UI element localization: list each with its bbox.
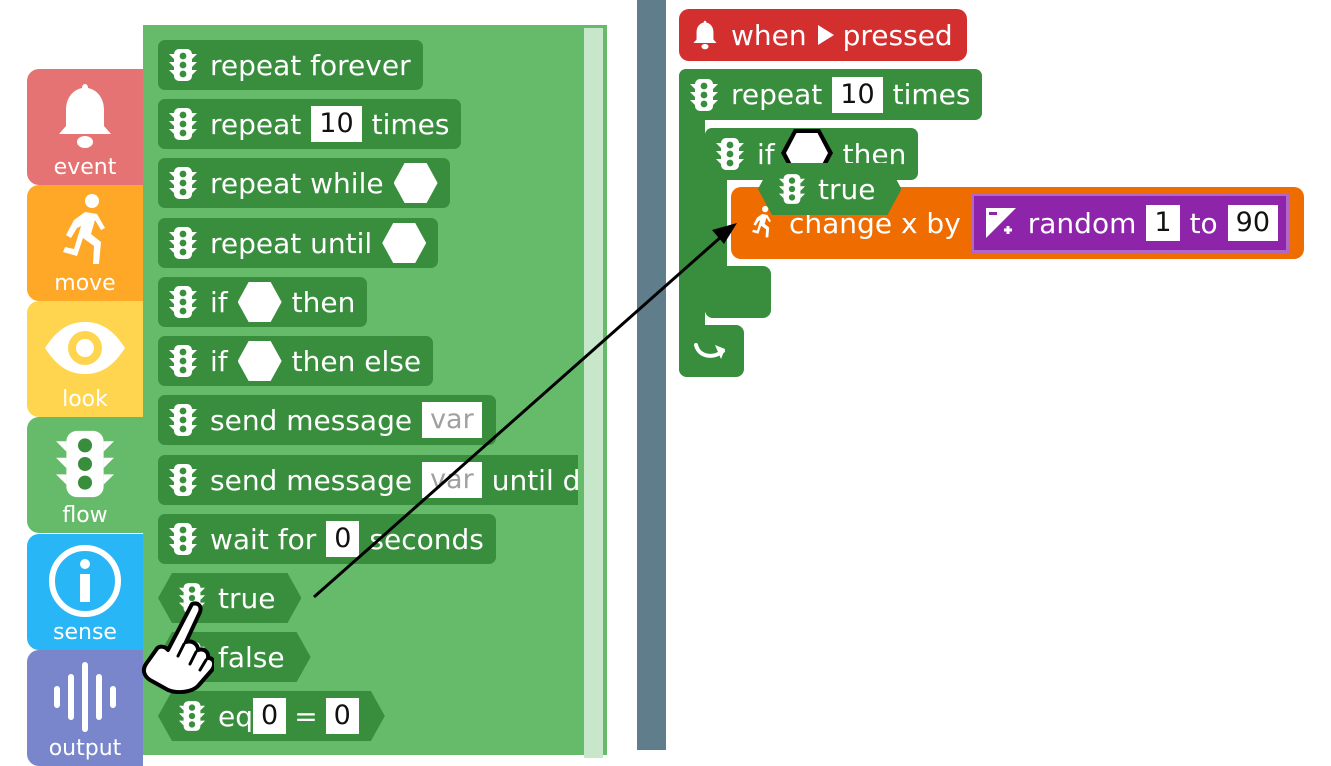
sound-wave-icon [27, 660, 143, 734]
category-output[interactable]: output [27, 650, 143, 766]
eq-left-input[interactable]: 0 [253, 698, 286, 734]
eye-icon [27, 311, 143, 385]
block-send-message[interactable]: send message var [158, 395, 496, 445]
block-if-then-else[interactable]: if then else [158, 336, 434, 386]
traffic-light-icon [178, 700, 206, 732]
block-label: repeat forever [210, 48, 411, 82]
block-label: repeat while [210, 166, 384, 200]
block-label: repeat [731, 78, 823, 111]
block-label: times [371, 107, 450, 141]
block-random[interactable]: random 1 to 90 [970, 193, 1290, 253]
category-label: sense [53, 620, 117, 645]
block-label: true [218, 581, 276, 615]
block-repeat-forever[interactable]: repeat forever [158, 40, 423, 90]
traffic-light-icon [168, 463, 198, 497]
message-input[interactable]: var [422, 462, 482, 498]
traffic-light-icon [778, 173, 806, 205]
eq-right-input[interactable]: 0 [326, 698, 359, 734]
condition-slot[interactable] [237, 282, 282, 322]
message-input[interactable]: var [422, 402, 482, 438]
block-wait-for[interactable]: wait for 0 seconds [158, 514, 496, 564]
category-label: event [53, 155, 117, 180]
random-to-input[interactable]: 90 [1227, 205, 1279, 241]
traffic-light-icon [715, 137, 745, 171]
block-label: repeat until [210, 226, 373, 260]
traffic-light-icon [689, 78, 719, 112]
category-label: output [48, 736, 122, 761]
if-c-footer [705, 266, 771, 318]
count-input[interactable]: 10 [311, 106, 362, 142]
repeat-c-footer [679, 325, 744, 377]
eq-operator: = [294, 699, 318, 733]
traffic-light-icon [168, 48, 198, 82]
random-from-input[interactable]: 1 [1146, 205, 1180, 241]
hand-cursor-icon [141, 601, 214, 694]
block-label: eq [218, 699, 253, 733]
block-when-pressed[interactable]: when pressed [679, 9, 967, 61]
block-label: false [218, 640, 285, 674]
block-send-message-until[interactable]: send message var until d [158, 455, 578, 505]
block-label: seconds [369, 522, 484, 556]
block-repeat-times[interactable]: repeat 10 times [679, 69, 983, 120]
block-eq[interactable]: eq 0 = 0 [158, 691, 385, 741]
palette-scrollbar[interactable] [584, 28, 603, 758]
traffic-light-icon [27, 427, 143, 501]
traffic-light-icon [168, 522, 198, 556]
condition-slot[interactable] [237, 341, 282, 381]
traffic-light-icon [168, 285, 198, 319]
traffic-light-icon [168, 344, 198, 378]
block-label: wait for [210, 522, 317, 556]
block-label: send message [210, 463, 413, 497]
dragged-block-true[interactable]: true [758, 163, 901, 215]
panel-divider[interactable] [637, 0, 666, 750]
traffic-light-icon [168, 166, 198, 200]
block-label: then [291, 285, 356, 319]
category-flow[interactable]: flow [27, 417, 143, 533]
info-icon [27, 544, 143, 618]
category-label: move [54, 271, 116, 296]
seconds-input[interactable]: 0 [326, 521, 360, 557]
traffic-light-icon [168, 226, 198, 260]
traffic-light-icon [168, 403, 198, 437]
bell-icon [693, 20, 717, 50]
block-label: random [1027, 206, 1137, 240]
block-label: times [892, 78, 971, 111]
category-event[interactable]: event [27, 69, 143, 185]
condition-slot[interactable] [393, 163, 438, 203]
block-repeat-times[interactable]: repeat 10 times [158, 99, 462, 149]
play-icon [817, 25, 834, 45]
block-repeat-while[interactable]: repeat while [158, 158, 450, 208]
block-repeat-until[interactable]: repeat until [158, 218, 439, 268]
block-label: pressed [842, 18, 953, 52]
loop-arrow-icon [694, 343, 725, 359]
condition-slot[interactable] [382, 223, 427, 263]
category-move[interactable]: move [27, 185, 143, 301]
block-label: to [1189, 206, 1218, 240]
block-label: repeat [210, 107, 302, 141]
block-label: then else [291, 344, 422, 378]
block-label: true [818, 172, 876, 206]
traffic-light-icon [168, 107, 198, 141]
block-label: when [731, 18, 807, 52]
block-label: send message [210, 403, 413, 437]
category-sense[interactable]: sense [27, 534, 143, 650]
block-label: if [210, 344, 228, 378]
bell-icon [27, 79, 143, 153]
random-icon [985, 208, 1016, 238]
block-label: until d [491, 463, 578, 497]
runner-icon [27, 194, 143, 269]
count-input[interactable]: 10 [832, 76, 883, 113]
block-if-then[interactable]: if then [158, 277, 368, 327]
category-label: look [62, 387, 108, 412]
block-label: if [210, 285, 228, 319]
category-look[interactable]: look [27, 301, 143, 417]
category-label: flow [62, 503, 108, 528]
